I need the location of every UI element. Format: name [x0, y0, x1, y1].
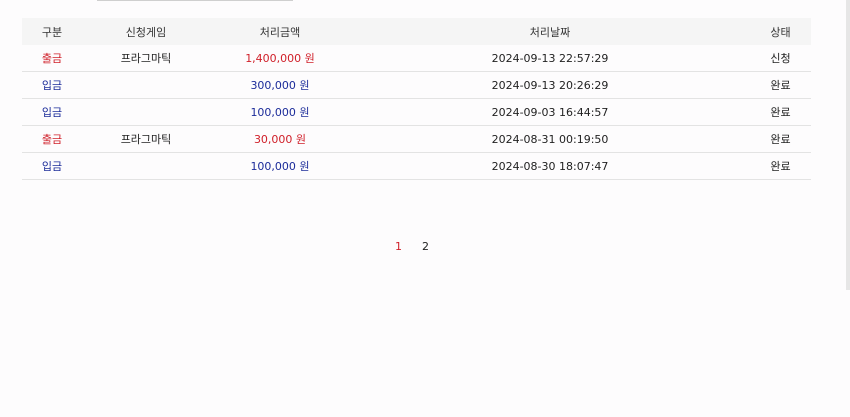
- transaction-history-page: 구분 신청게임 처리금액 처리날짜 상태 출금 프라그마틱 1,400,000 …: [0, 0, 850, 417]
- row-amount: 300,000 원: [210, 71, 350, 99]
- header-game: 신청게임: [82, 18, 210, 45]
- header-type: 구분: [22, 18, 82, 45]
- row-status: 완료: [750, 152, 811, 180]
- table-row: 출금 프라그마틱 30,000 원 2024-08-31 00:19:50 완료: [22, 125, 811, 153]
- row-date: 2024-08-30 18:07:47: [350, 152, 750, 180]
- row-game: [82, 71, 210, 99]
- header-amount: 처리금액: [210, 18, 350, 45]
- table-header-row: 구분 신청게임 처리금액 처리날짜 상태: [22, 18, 811, 45]
- page-link-2[interactable]: 2: [422, 240, 429, 253]
- table-row: 입금 100,000 원 2024-08-30 18:07:47 완료: [22, 152, 811, 180]
- top-tab-underline: [97, 0, 293, 1]
- row-amount: 1,400,000 원: [210, 45, 350, 72]
- row-type: 입금: [22, 152, 82, 180]
- row-game: [82, 98, 210, 126]
- row-amount: 100,000 원: [210, 152, 350, 180]
- row-type: 출금: [22, 45, 82, 72]
- header-date: 처리날짜: [350, 18, 750, 45]
- row-type: 입금: [22, 71, 82, 99]
- row-type: 출금: [22, 125, 82, 153]
- row-date: 2024-08-31 00:19:50: [350, 125, 750, 153]
- row-status: 완료: [750, 98, 811, 126]
- row-amount: 30,000 원: [210, 125, 350, 153]
- row-type: 입금: [22, 98, 82, 126]
- row-status: 완료: [750, 71, 811, 99]
- table-row: 출금 프라그마틱 1,400,000 원 2024-09-13 22:57:29…: [22, 45, 811, 72]
- row-status: 신청: [750, 45, 811, 72]
- table-row: 입금 100,000 원 2024-09-03 16:44:57 완료: [22, 98, 811, 126]
- scrollbar[interactable]: [846, 0, 850, 290]
- row-game: 프라그마틱: [82, 125, 210, 153]
- page-link-1[interactable]: 1: [395, 240, 402, 253]
- header-status: 상태: [750, 18, 811, 45]
- row-status: 완료: [750, 125, 811, 153]
- row-amount: 100,000 원: [210, 98, 350, 126]
- row-date: 2024-09-03 16:44:57: [350, 98, 750, 126]
- pagination: 1 2: [395, 240, 429, 253]
- row-date: 2024-09-13 20:26:29: [350, 71, 750, 99]
- row-date: 2024-09-13 22:57:29: [350, 45, 750, 72]
- row-game: [82, 152, 210, 180]
- table-row: 입금 300,000 원 2024-09-13 20:26:29 완료: [22, 71, 811, 99]
- transaction-table: 구분 신청게임 처리금액 처리날짜 상태 출금 프라그마틱 1,400,000 …: [22, 18, 811, 180]
- row-game: 프라그마틱: [82, 45, 210, 72]
